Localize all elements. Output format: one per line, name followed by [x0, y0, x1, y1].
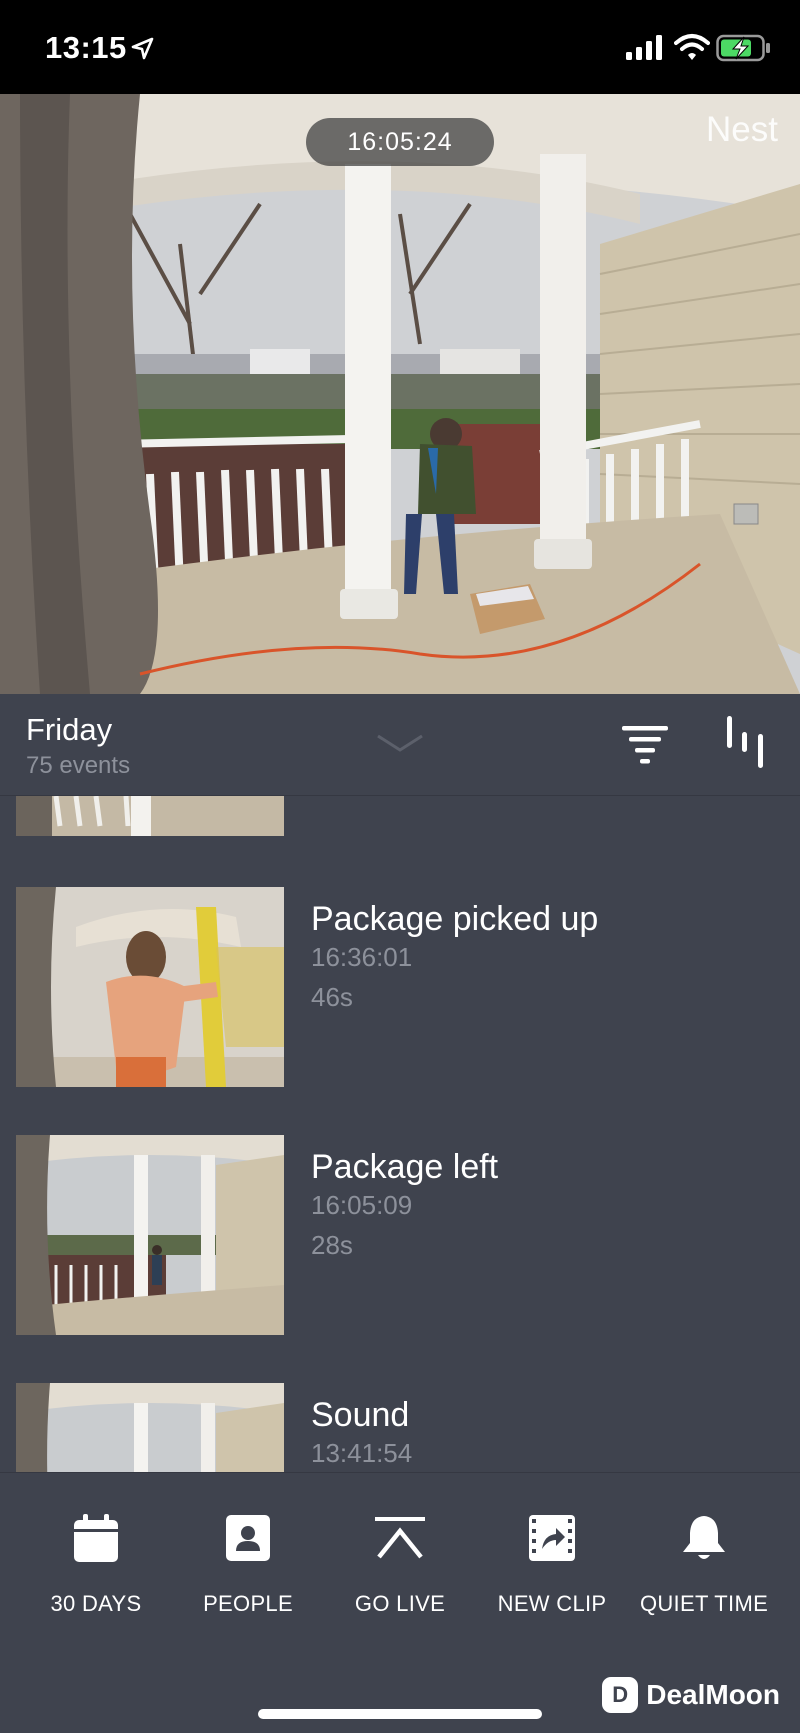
nav-label: GO LIVE — [354, 1591, 446, 1616]
event-duration: 28s — [311, 1230, 353, 1260]
event-duration: 46s — [311, 982, 353, 1012]
porch-scene-image — [0, 94, 800, 694]
event-title: Package left — [311, 1148, 499, 1186]
go-live-icon — [375, 1517, 425, 1559]
events-header: Friday 75 events — [0, 694, 800, 796]
chevron-down-icon[interactable] — [376, 732, 424, 756]
watermark-text: DealMoon — [646, 1679, 780, 1710]
event-thumbnail[interactable] — [16, 887, 284, 1087]
clip-icon — [529, 1515, 575, 1561]
camera-video-feed[interactable]: 16:05:24 Nest — [0, 94, 800, 694]
status-time: 13:15 — [45, 30, 127, 65]
event-time: 16:05:09 — [311, 1190, 413, 1220]
home-indicator[interactable] — [258, 1709, 542, 1719]
bottom-nav: 30 DAYS PEOPLE GO LIVE NEW CLIP QUIET TI… — [0, 1472, 800, 1733]
nav-new-clip-button[interactable]: NEW CLIP — [477, 1513, 627, 1633]
event-list[interactable]: Package picked up 16:36:01 46s Package l… — [0, 796, 800, 1472]
dealmoon-watermark: D DealMoon — [602, 1675, 780, 1715]
event-title: Package picked up — [311, 900, 599, 938]
event-thumbnail[interactable] — [16, 1135, 284, 1335]
event-title: Sound — [311, 1396, 410, 1434]
status-bar: 13:15 — [0, 0, 800, 94]
event-thumbnail[interactable] — [16, 1383, 284, 1472]
video-timestamp: 16:05:24 — [306, 118, 494, 166]
day-label: Friday — [26, 712, 113, 747]
location-arrow-icon — [131, 37, 154, 60]
calendar-icon — [74, 1514, 118, 1562]
nav-quiet-time-button[interactable]: QUIET TIME — [629, 1513, 779, 1633]
wifi-icon — [674, 34, 710, 60]
nest-brand-label: Nest — [706, 110, 778, 149]
bell-icon — [683, 1516, 725, 1559]
filter-icon[interactable] — [620, 720, 670, 766]
dealmoon-logo-icon: D — [602, 1677, 639, 1713]
battery-charging-icon — [716, 34, 770, 62]
nav-label: 30 DAYS — [50, 1591, 142, 1616]
nav-label: PEOPLE — [203, 1591, 293, 1616]
nav-label: QUIET TIME — [639, 1591, 769, 1616]
event-time: 13:41:54 — [311, 1438, 413, 1468]
timeline-icon[interactable] — [720, 714, 770, 770]
nav-30-days-button[interactable]: 30 DAYS — [21, 1513, 171, 1633]
nav-people-button[interactable]: PEOPLE — [173, 1513, 323, 1633]
event-time: 16:36:01 — [311, 942, 413, 972]
nav-go-live-button[interactable]: GO LIVE — [325, 1513, 475, 1633]
event-thumbnail[interactable] — [16, 796, 284, 836]
cellular-signal-icon — [626, 35, 662, 60]
event-count: 75 events — [26, 752, 131, 779]
nav-label: NEW CLIP — [497, 1591, 607, 1616]
person-badge-icon — [226, 1515, 270, 1561]
